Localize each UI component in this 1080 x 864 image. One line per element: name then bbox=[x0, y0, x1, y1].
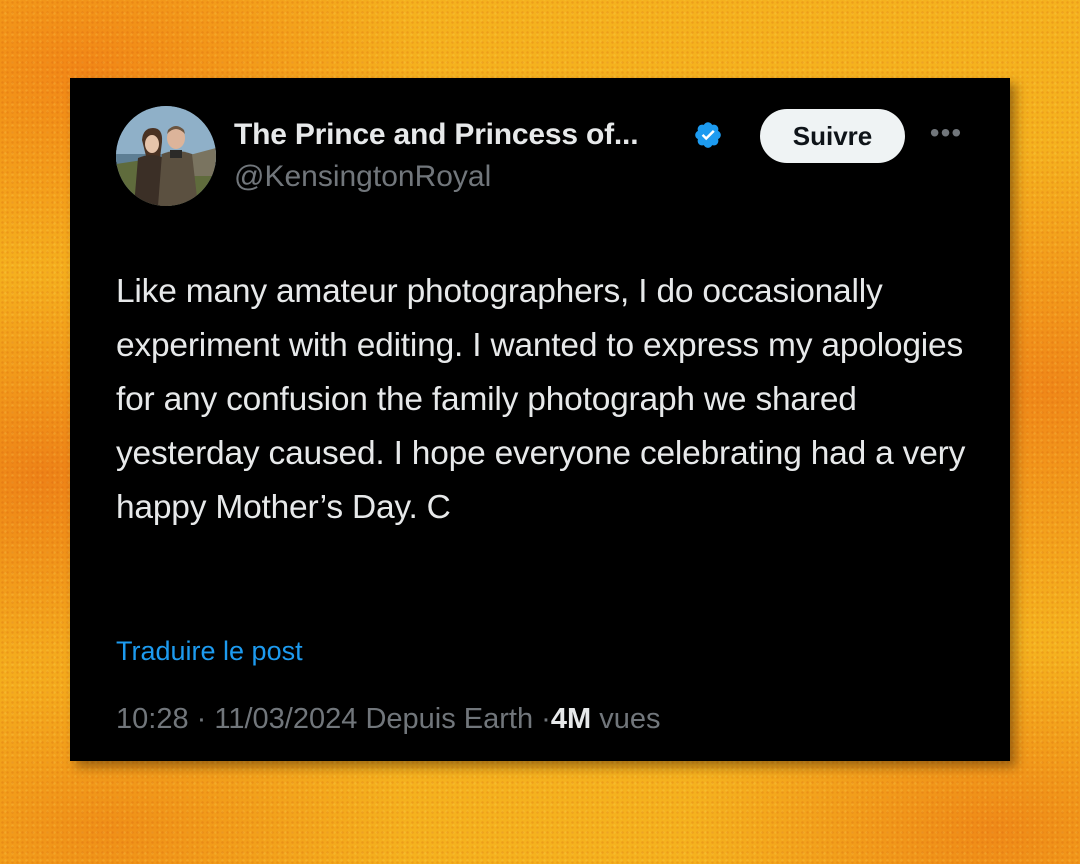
more-options-icon[interactable]: ••• bbox=[928, 118, 964, 148]
post-text: Like many amateur photographers, I do oc… bbox=[116, 273, 966, 526]
author-handle[interactable]: @KensingtonRoyal bbox=[234, 160, 491, 194]
views-label: vues bbox=[599, 703, 661, 735]
meta-separator: · bbox=[541, 703, 551, 735]
meta-separator: · bbox=[196, 703, 207, 735]
views-count: 4M bbox=[550, 703, 592, 735]
post-metadata: 10:28 · 11/03/2024 Depuis Earth ·4M vues bbox=[116, 703, 660, 736]
verified-badge-icon bbox=[695, 122, 721, 148]
translate-post-link[interactable]: Traduire le post bbox=[116, 636, 303, 667]
post-date[interactable]: 11/03/2024 bbox=[214, 703, 357, 735]
post-card: The Prince and Princess of... @Kensingto… bbox=[70, 78, 1010, 761]
follow-button[interactable]: Suivre bbox=[760, 109, 905, 163]
author-name[interactable]: The Prince and Princess of... bbox=[234, 118, 639, 152]
post-source: Depuis Earth bbox=[365, 703, 534, 735]
post-time[interactable]: 10:28 bbox=[116, 703, 189, 735]
author-avatar[interactable] bbox=[116, 106, 216, 206]
